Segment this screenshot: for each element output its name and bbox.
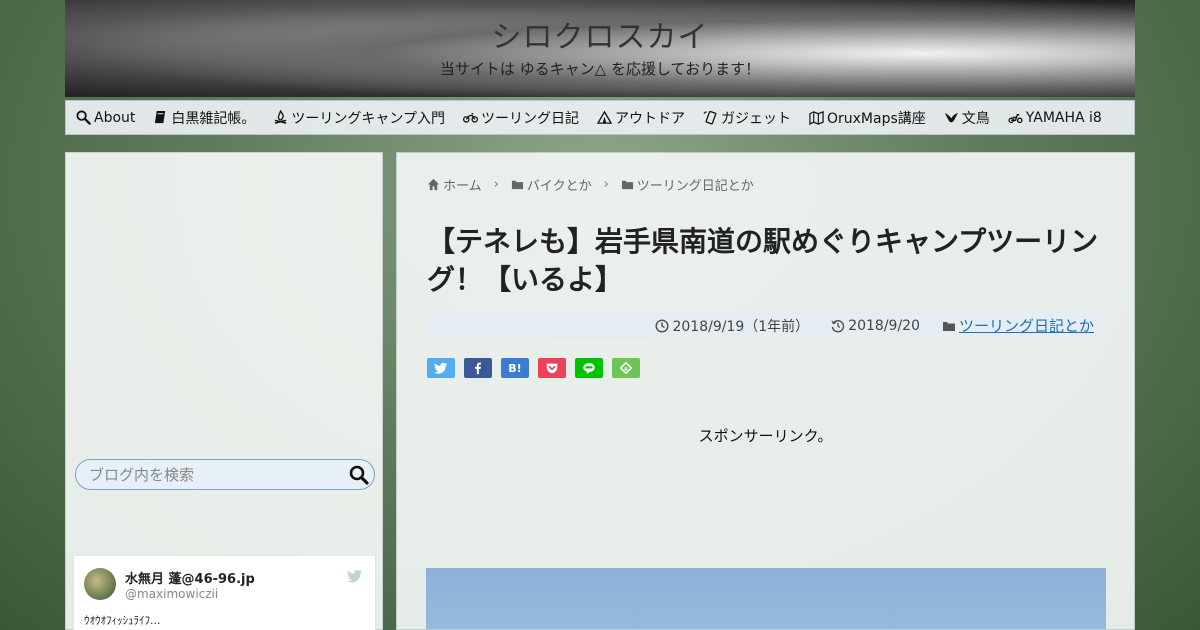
breadcrumb-label: ツーリング日記とか <box>636 179 754 194</box>
facebook-icon <box>475 362 482 375</box>
main-nav: About 白黒雑記帳。 ツーリングキャンプ入門 ツーリング日記 アウトドア ガ… <box>65 100 1135 135</box>
tent-icon <box>597 110 612 124</box>
phone-icon <box>703 110 717 125</box>
nav-item-label: ガジェット <box>721 110 791 127</box>
nav-item-label: ツーリング日記 <box>481 110 579 127</box>
post-meta-bar: 2018/9/19（1年前） 2018/9/20 ツーリング日記とか <box>426 312 1106 339</box>
sponsored-link-label: スポンサーリンク。 <box>698 427 833 445</box>
nav-item-camp-intro[interactable]: ツーリングキャンプ入門 <box>273 108 445 128</box>
breadcrumb: ホーム › バイクとか › ツーリング日記とか <box>427 175 754 194</box>
breadcrumb-home[interactable]: ホーム <box>427 175 482 194</box>
book-icon <box>155 110 166 124</box>
tweet-author-handle[interactable]: @maximowiczii <box>125 587 218 601</box>
folder-icon <box>942 321 955 331</box>
post-updated-text: 2018/9/20 <box>848 317 920 334</box>
motorcycle-icon <box>463 113 478 123</box>
nav-item-label: 白黒雑記帳。 <box>171 110 256 127</box>
site-title[interactable]: シロクロスカイ <box>65 12 1135 56</box>
post-category: ツーリング日記とか <box>942 315 1094 336</box>
hatena-icon: B! <box>508 361 522 375</box>
nav-item-gadget[interactable]: ガジェット <box>703 108 791 128</box>
post-date-text: 2018/9/19（1年前） <box>672 318 810 335</box>
article-hero-image <box>426 568 1106 629</box>
nav-item-bird[interactable]: 文鳥 <box>944 108 990 128</box>
folder-icon <box>511 180 523 190</box>
campfire-icon <box>275 110 287 124</box>
post-title: 【テネレも】岩手県南道の駅めぐりキャンプツーリング！【いるよ】 <box>427 225 1099 296</box>
line-icon <box>583 363 595 375</box>
folder-icon <box>621 180 633 190</box>
clock-icon <box>655 318 670 333</box>
nav-item-label: OruxMaps講座 <box>827 110 926 127</box>
home-icon <box>427 178 440 191</box>
nav-item-about[interactable]: About <box>76 110 135 126</box>
pocket-icon <box>546 363 558 374</box>
blog-search-box <box>75 459 375 490</box>
feedly-icon <box>619 361 633 375</box>
share-buttons: B! <box>427 358 649 378</box>
nav-item-label: アウトドア <box>615 110 685 127</box>
sidebar: 水無月 蓬@46-96.jp @maximowiczii ｳｵｳｵﾌｨｯｼｭﾗｲ… <box>65 152 383 630</box>
nav-item-label: About <box>94 109 136 126</box>
nav-item-outdoor[interactable]: アウトドア <box>597 108 685 128</box>
share-facebook-button[interactable] <box>464 358 492 378</box>
search-submit-button[interactable] <box>344 460 374 490</box>
site-header: シロクロスカイ 当サイトは ゆるキャン△ を応援しております！ <box>65 0 1135 97</box>
twitter-icon <box>434 362 448 374</box>
history-icon <box>831 319 845 332</box>
chevron-right-icon: › <box>603 177 609 192</box>
nav-item-label: ツーリングキャンプ入門 <box>291 110 445 127</box>
nav-item-notebook[interactable]: 白黒雑記帳。 <box>153 108 255 128</box>
search-icon <box>76 110 91 125</box>
nav-item-oruxmaps[interactable]: OruxMaps講座 <box>809 108 926 128</box>
post-category-link[interactable]: ツーリング日記とか <box>959 315 1094 336</box>
search-icon <box>349 465 369 485</box>
scooter-icon <box>1008 114 1023 124</box>
breadcrumb-category[interactable]: バイクとか <box>511 175 592 194</box>
tweet-text: ｳｵｳｵﾌｨｯｼｭﾗｲﾌ... <box>84 614 161 627</box>
breadcrumb-label: ホーム <box>443 179 482 194</box>
share-twitter-button[interactable] <box>427 358 455 378</box>
share-feedly-button[interactable] <box>612 358 640 378</box>
nav-item-label: 文鳥 <box>961 110 990 127</box>
breadcrumb-label: バイクとか <box>526 179 592 194</box>
post-updated: 2018/9/20 <box>831 318 920 334</box>
tweet-author-name[interactable]: 水無月 蓬@46-96.jp <box>125 568 255 587</box>
share-hatena-button[interactable]: B! <box>501 358 529 378</box>
main-content: ホーム › バイクとか › ツーリング日記とか 【テネレも】岩手県南道の駅めぐり… <box>396 152 1135 630</box>
site-tagline: 当サイトは ゆるキャン△ を応援しております！ <box>439 60 761 78</box>
blog-search-input[interactable] <box>76 460 344 489</box>
map-icon <box>809 110 824 125</box>
breadcrumb-subcategory[interactable]: ツーリング日記とか <box>621 175 754 194</box>
nav-item-label: YAMAHA i8 <box>1025 109 1102 126</box>
post-date: 2018/9/19（1年前） <box>655 316 809 336</box>
share-pocket-button[interactable] <box>538 358 566 378</box>
share-line-button[interactable] <box>575 358 603 378</box>
nav-item-yamaha-i8[interactable]: YAMAHA i8 <box>1008 110 1102 126</box>
twitter-timeline-widget[interactable]: 水無月 蓬@46-96.jp @maximowiczii ｳｵｳｵﾌｨｯｼｭﾗｲ… <box>73 555 376 630</box>
nav-item-touring-diary[interactable]: ツーリング日記 <box>463 108 579 128</box>
chevron-right-icon: › <box>493 177 499 192</box>
bird-icon <box>944 112 958 123</box>
avatar[interactable] <box>84 568 116 600</box>
twitter-icon <box>347 570 362 583</box>
